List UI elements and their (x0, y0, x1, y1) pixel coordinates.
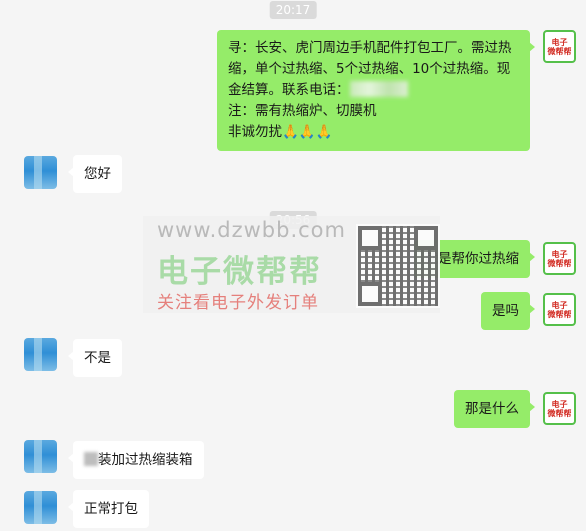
avatar-text: 电子 (551, 37, 568, 47)
message-line: 寻：长安、虎门周边手机配件打包工厂。需过热 (228, 40, 512, 56)
message-line: 缩，单个过热缩、5个过热缩、10个过热缩。现 (228, 61, 511, 77)
message-line: 金结算。联系电话： (228, 80, 519, 101)
message-bubble-received[interactable]: 不是 (68, 339, 122, 377)
self-avatar[interactable]: 电子 微帮帮 (543, 242, 576, 275)
message-text: 是吗 (492, 303, 519, 319)
avatar-text: 微帮帮 (547, 46, 572, 56)
redacted-text (84, 452, 98, 466)
watermark-title: 电子微帮帮 (157, 254, 322, 290)
self-avatar[interactable]: 电子 微帮帮 (543, 293, 576, 326)
message-bubble-sent[interactable]: 寻：长安、虎门周边手机配件打包工厂。需过热 缩，单个过热缩、5个过热缩、10个过… (217, 30, 535, 151)
watermark: www.dzwbb.com 电子微帮帮 关注看电子外发订单 (143, 216, 440, 313)
contact-avatar[interactable] (24, 491, 57, 524)
avatar-text: 电子 (551, 300, 568, 310)
contact-avatar[interactable] (24, 440, 57, 473)
contact-avatar[interactable] (24, 156, 57, 189)
avatar-text: 电子 (551, 249, 568, 259)
message-text: 就是帮你过热缩 (424, 251, 520, 267)
message-text: 金结算。联系电话： (228, 82, 350, 98)
message-bubble-received[interactable]: 正常打包 (68, 490, 149, 528)
contact-avatar[interactable] (24, 338, 57, 371)
avatar-text: 微帮帮 (547, 258, 572, 268)
pray-emoji-icon: 🙏🙏🙏 (282, 124, 333, 140)
avatar-text: 电子 (551, 399, 568, 409)
message-text: 正常打包 (84, 501, 138, 517)
message-text: 那是什么 (465, 401, 519, 417)
message-text: 装加过热缩装箱 (98, 452, 193, 468)
message-text: 非诚勿扰 (228, 124, 282, 140)
watermark-url: www.dzwbb.com (157, 218, 346, 242)
message-bubble-received[interactable]: 装加过热缩装箱 (68, 441, 204, 479)
message-bubble-sent[interactable]: 那是什么 (454, 390, 535, 428)
watermark-subtitle: 关注看电子外发订单 (157, 293, 319, 313)
message-text: 不是 (84, 350, 111, 366)
message-line: 非诚勿扰🙏🙏🙏 (228, 122, 519, 143)
timestamp: 20:56 (269, 211, 317, 229)
message-bubble-sent[interactable]: 是吗 (481, 292, 535, 330)
self-avatar[interactable]: 电子 微帮帮 (543, 30, 576, 63)
avatar-text: 微帮帮 (547, 309, 572, 319)
message-bubble-sent[interactable]: 就是帮你过热缩 (413, 240, 535, 278)
redacted-phone (349, 81, 408, 97)
timestamp: 20:17 (269, 1, 317, 19)
message-line: 注：需有热缩炉、切膜机 (228, 103, 377, 119)
message-bubble-received[interactable]: 您好 (68, 155, 122, 193)
self-avatar[interactable]: 电子 微帮帮 (543, 392, 576, 425)
message-text: 您好 (84, 166, 111, 182)
avatar-text: 微帮帮 (547, 408, 572, 418)
